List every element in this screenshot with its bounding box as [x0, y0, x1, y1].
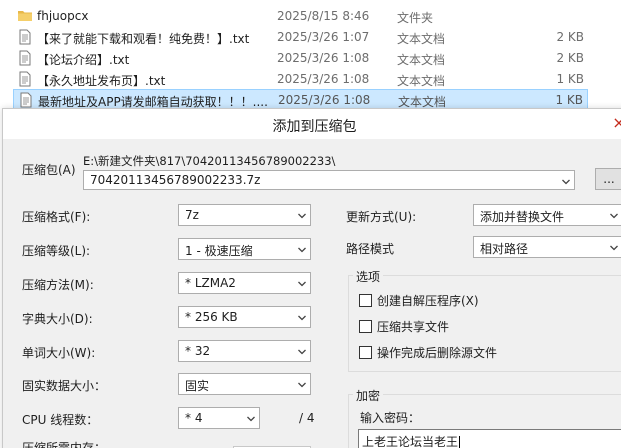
- file-date: 2025/8/15 8:46: [277, 9, 370, 23]
- cpu-label: CPU 线程数：: [22, 413, 99, 427]
- chevron-down-icon: [298, 247, 306, 253]
- password-value: 上老王论坛当老王: [362, 435, 461, 448]
- browse-button[interactable]: ...: [595, 168, 621, 190]
- file-date: 2025/3/26 1:08: [277, 72, 370, 86]
- solid-label: 固实数据大小：: [22, 379, 107, 393]
- format-select[interactable]: 7z: [178, 204, 311, 226]
- chevron-down-icon: [298, 281, 306, 287]
- options-title: 选项: [353, 268, 384, 285]
- archive-name-value: 70420113456789002233.7z: [90, 173, 261, 187]
- password-input[interactable]: 上老王论坛当老王: [358, 429, 621, 448]
- pathmode-select[interactable]: 相对路径: [473, 236, 621, 258]
- chevron-down-icon: [298, 349, 306, 355]
- word-value: * 32: [185, 344, 211, 358]
- format-value: 7z: [185, 208, 199, 222]
- close-icon[interactable]: ×: [607, 109, 621, 139]
- dialog-titlebar[interactable]: 添加到压缩包 ×: [3, 109, 621, 139]
- format-label: 压缩格式(F):: [22, 210, 91, 224]
- text-file-icon: [18, 92, 34, 108]
- method-value: * LZMA2: [185, 276, 236, 290]
- password-label: 输入密码：: [360, 411, 421, 425]
- pathmode-label: 路径模式: [346, 242, 395, 256]
- checkbox-box[interactable]: [359, 320, 372, 333]
- pathmode-value: 相对路径: [480, 242, 529, 256]
- chevron-down-icon: [298, 382, 306, 388]
- dict-select[interactable]: * 256 KB: [178, 306, 311, 328]
- dict-value: * 256 KB: [185, 310, 238, 324]
- file-size: 2 KB: [556, 30, 584, 44]
- method-select[interactable]: * LZMA2: [178, 272, 311, 294]
- file-row[interactable]: 【永久地址发布页】.txt 2025/3/26 1:08 文本文档 1 KB: [13, 69, 588, 90]
- file-size: 1 KB: [556, 72, 584, 86]
- file-row[interactable]: 【论坛介绍】.txt 2025/3/26 1:08 文本文档 2 KB: [13, 48, 588, 69]
- file-type: 文本文档: [397, 53, 446, 67]
- cpu-select[interactable]: * 4: [178, 407, 260, 429]
- level-value: 1 - 极速压缩: [185, 244, 253, 258]
- cpu-total: / 4: [299, 411, 315, 425]
- memory-label: 压缩所需内存：: [22, 441, 107, 448]
- chevron-down-icon: [610, 245, 618, 251]
- chevron-down-icon: [298, 213, 306, 219]
- file-date: 2025/3/26 1:08: [277, 51, 370, 65]
- update-value: 添加并替换文件: [480, 210, 565, 224]
- level-select[interactable]: 1 - 极速压缩: [178, 238, 311, 260]
- file-date: 2025/3/26 1:07: [277, 30, 370, 44]
- checkbox-box[interactable]: [359, 346, 372, 359]
- update-select[interactable]: 添加并替换文件: [473, 204, 621, 226]
- text-file-icon: [17, 50, 33, 66]
- file-size: 1 KB: [555, 93, 583, 107]
- word-select[interactable]: * 32: [178, 340, 311, 362]
- word-label: 单词大小(W):: [22, 346, 96, 360]
- encrypt-title: 加密: [353, 387, 384, 404]
- archive-name-combo[interactable]: 70420113456789002233.7z: [83, 170, 575, 190]
- cpu-value: * 4: [185, 411, 203, 425]
- file-type: 文件夹: [397, 11, 434, 25]
- solid-select[interactable]: 固实: [178, 373, 311, 395]
- checkbox-box[interactable]: [359, 294, 372, 307]
- file-type: 文本文档: [397, 32, 446, 46]
- archive-label: 压缩包(A): [22, 163, 76, 177]
- shared-checkbox-label: 压缩共享文件: [377, 320, 450, 334]
- file-type: 文本文档: [397, 74, 446, 88]
- solid-value: 固实: [185, 379, 210, 393]
- sfx-checkbox-label: 创建自解压程序(X): [377, 294, 479, 308]
- chevron-down-icon: [562, 179, 570, 185]
- file-name: 【来了就能下载和观看！纯免费！】.txt: [37, 32, 250, 46]
- dict-label: 字典大小(D):: [22, 312, 93, 326]
- chevron-down-icon: [247, 416, 255, 422]
- chevron-down-icon: [610, 213, 618, 219]
- text-file-icon: [17, 29, 33, 45]
- file-size: 2 KB: [556, 51, 584, 65]
- dialog-title: 添加到压缩包: [272, 119, 357, 135]
- file-name: 【论坛介绍】.txt: [37, 53, 130, 67]
- update-label: 更新方式(U):: [346, 210, 417, 224]
- file-name: 【永久地址发布页】.txt: [37, 74, 166, 88]
- archive-path: E:\新建文件夹\817\70420113456789002233\: [83, 154, 336, 168]
- file-row[interactable]: 【来了就能下载和观看！纯免费！】.txt 2025/3/26 1:07 文本文档…: [13, 27, 588, 48]
- file-list: fhjuopcx 2025/8/15 8:46 文件夹 【来了就能下载和观看！纯…: [0, 0, 590, 110]
- file-row-folder[interactable]: fhjuopcx 2025/8/15 8:46 文件夹: [13, 6, 588, 27]
- file-row-selected[interactable]: 最新地址及APP请发邮箱自动获取！！！.... 2025/3/26 1:08 文…: [13, 89, 588, 110]
- file-date: 2025/3/26 1:08: [278, 93, 371, 107]
- chevron-down-icon: [298, 315, 306, 321]
- file-name: fhjuopcx: [37, 9, 89, 23]
- method-label: 压缩方法(M):: [22, 278, 94, 292]
- level-label: 压缩等级(L):: [22, 244, 91, 258]
- delete-checkbox-label: 操作完成后删除源文件: [377, 346, 498, 360]
- add-to-archive-dialog: 添加到压缩包 × 压缩包(A) E:\新建文件夹\817\70420113456…: [2, 108, 621, 448]
- folder-icon: [17, 8, 33, 24]
- text-file-icon: [17, 71, 33, 87]
